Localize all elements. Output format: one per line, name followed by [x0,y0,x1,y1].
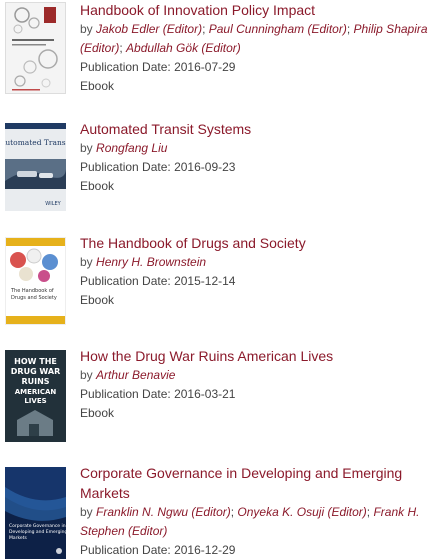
svg-text:The Handbook of: The Handbook of [10,288,54,294]
cover-art-graphic: Automated Transit WILEY [5,123,66,211]
author-link[interactable]: Arthur Benavie [96,368,175,382]
book-details: How the Drug War Ruins American Lives by… [80,346,436,423]
author-line: by Franklin N. Ngwu (Editor); Onyeka K. … [80,505,420,538]
cover-art-graphic: The Handbook of Drugs and Society [6,238,65,324]
svg-text:DRUG WAR: DRUG WAR [11,367,60,376]
book-title-link[interactable]: Corporate Governance in Developing and E… [80,463,436,503]
book-cover-image[interactable]: Automated Transit WILEY [5,123,66,211]
publication-date-label: Publication Date: [80,274,171,288]
book-title-link[interactable]: How the Drug War Ruins American Lives [80,346,436,366]
author-link[interactable]: Paul Cunningham (Editor) [209,22,347,36]
by-label: by [80,505,93,519]
format-label: Ebook [80,179,115,193]
svg-text:Corporate Governance in: Corporate Governance in [9,523,66,529]
format-label: Ebook [80,406,115,420]
publication-date-label: Publication Date: [80,543,171,557]
svg-text:HOW THE: HOW THE [14,357,57,366]
book-details: The Handbook of Drugs and Society by Hen… [80,233,436,310]
publication-date-label: Publication Date: [80,160,171,174]
svg-text:AMERICAN: AMERICAN [15,388,57,396]
author-link[interactable]: Franklin N. Ngwu (Editor) [96,505,231,519]
publication-date-value: 2016-09-23 [174,160,236,174]
by-label: by [80,255,93,269]
publisher-mark: WILEY [45,201,61,207]
book-details: Corporate Governance in Developing and E… [80,463,436,560]
cover-title-text: Automated Transit [5,138,66,147]
author-link[interactable]: Onyeka K. Osuji (Editor) [237,505,366,519]
publication-date-value: 2016-07-29 [174,60,236,74]
book-cover-image[interactable] [5,2,66,94]
book-cover-image[interactable]: HOW THE DRUG WAR RUINS AMERICAN LIVES [5,350,66,442]
cover-art-graphic: HOW THE DRUG WAR RUINS AMERICAN LIVES [5,350,66,442]
book-title-link[interactable]: The Handbook of Drugs and Society [80,233,436,253]
by-label: by [80,22,93,36]
svg-text:Developing and Emerging: Developing and Emerging [9,529,66,535]
svg-text:Drugs and Society: Drugs and Society [11,295,57,301]
publication-date: Publication Date: 2016-12-29 [80,541,436,560]
book-details: Handbook of Innovation Policy Impact by … [80,0,436,96]
format-label: Ebook [80,79,115,93]
publication-date-value: 2016-12-29 [174,543,236,557]
book-results-list: Handbook of Innovation Policy Impact by … [0,0,440,559]
publication-date-label: Publication Date: [80,387,171,401]
author-link[interactable]: Abdullah Gök (Editor) [126,41,241,55]
author-link[interactable]: Jakob Edler (Editor) [96,22,202,36]
publication-date-value: 2016-03-21 [174,387,236,401]
format-label: Ebook [80,293,115,307]
book-cover-image[interactable]: Corporate Governance in Developing and E… [5,467,66,559]
author-link[interactable]: Rongfang Liu [96,141,167,155]
by-label: by [80,368,93,382]
svg-text:LIVES: LIVES [24,397,46,405]
by-label: by [80,141,93,155]
publication-date-label: Publication Date: [80,60,171,74]
publication-date: Publication Date: 2016-07-29 [80,58,436,77]
book-title-link[interactable]: Automated Transit Systems [80,119,436,139]
author-line: by Jakob Edler (Editor); Paul Cunningham… [80,22,428,55]
book-title-link[interactable]: Handbook of Innovation Policy Impact [80,0,436,20]
author-line: by Arthur Benavie [80,366,436,385]
book-cover-image[interactable]: The Handbook of Drugs and Society [5,237,66,325]
author-line: by Henry H. Brownstein [80,253,436,272]
cover-art-graphic: Corporate Governance in Developing and E… [5,467,66,559]
publication-date: Publication Date: 2016-03-21 [80,385,436,404]
publication-date: Publication Date: 2015-12-14 [80,272,436,291]
svg-text:Markets: Markets [9,535,27,541]
author-line: by Rongfang Liu [80,139,436,158]
publication-date: Publication Date: 2016-09-23 [80,158,436,177]
author-link[interactable]: Henry H. Brownstein [96,255,206,269]
svg-text:RUINS: RUINS [21,377,49,386]
book-details: Automated Transit Systems by Rongfang Li… [80,119,436,196]
cover-art-graphic [6,3,65,93]
publication-date-value: 2015-12-14 [174,274,236,288]
